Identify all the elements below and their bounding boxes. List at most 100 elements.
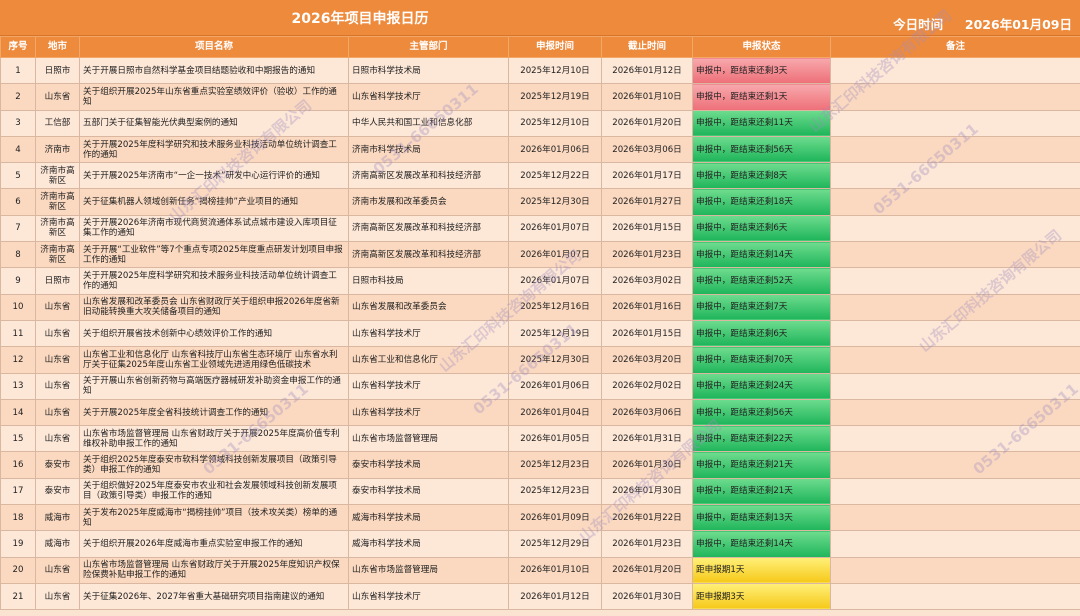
cell-name: 关于开展2025年度科学研究和技术服务业科技活动单位统计调查工作的通知 bbox=[79, 267, 349, 295]
cell-name: 关于组织开展2025年山东省重点实验室绩效评价（验收）工作的通知 bbox=[79, 83, 349, 111]
cell-note bbox=[830, 293, 1080, 321]
cell-end: 2026年01月17日 bbox=[601, 162, 693, 190]
cell-end: 2026年03月20日 bbox=[601, 346, 693, 374]
cell-city: 工信部 bbox=[35, 109, 80, 137]
cell-name: 关于征集机器人领域创新任务“揭榜挂帅”产业项目的通知 bbox=[79, 188, 349, 216]
cell-status: 申报中，距结束还剩56天 bbox=[692, 398, 831, 427]
cell-start: 2025年12月19日 bbox=[508, 319, 602, 348]
cell-no: 16 bbox=[0, 451, 36, 479]
cell-city: 山东省 bbox=[35, 372, 80, 400]
cell-start: 2025年12月23日 bbox=[508, 477, 602, 506]
cell-dept: 泰安市科学技术局 bbox=[348, 451, 509, 479]
cell-note bbox=[830, 56, 1080, 85]
cell-start: 2025年12月16日 bbox=[508, 293, 602, 321]
cell-status: 申报中，距结束还剩18天 bbox=[692, 188, 831, 216]
cell-city: 山东省 bbox=[35, 582, 80, 611]
cell-start: 2025年12月30日 bbox=[508, 346, 602, 374]
cell-status: 申报中，距结束还剩52天 bbox=[692, 267, 831, 295]
cell-end: 2026年01月20日 bbox=[601, 556, 693, 584]
cell-city: 济南市 bbox=[35, 135, 80, 164]
cell-end: 2026年03月06日 bbox=[601, 398, 693, 427]
cell-status: 申报中，距结束还剩11天 bbox=[692, 109, 831, 137]
table-row: 16 泰安市 关于组织2025年度泰安市软科学领域科技创新发展项目（政策引导类）申报… bbox=[0, 451, 1080, 479]
table-row: 5 济南市高新区 关于开展2025年济南市“一企一技术”研发中心运行评价的通知 济南高… bbox=[0, 162, 1080, 190]
cell-end: 2026年01月16日 bbox=[601, 293, 693, 321]
cell-end: 2026年01月15日 bbox=[601, 214, 693, 243]
cell-start: 2026年01月07日 bbox=[508, 241, 602, 269]
cell-status: 申报中，距结束还剩14天 bbox=[692, 241, 831, 269]
table-row: 14 山东省 关于开展2025年度全省科技统计调查工作的通知 山东省科学技术厅 2026… bbox=[0, 398, 1080, 427]
cell-end: 2026年03月02日 bbox=[601, 267, 693, 295]
cell-city: 泰安市 bbox=[35, 451, 80, 479]
cell-end: 2026年01月31日 bbox=[601, 425, 693, 453]
cell-start: 2026年01月09日 bbox=[508, 504, 602, 532]
cell-no: 5 bbox=[0, 162, 36, 190]
cell-dept: 济南高新区发展改革和科技经济部 bbox=[348, 162, 509, 190]
cell-start: 2026年01月12日 bbox=[508, 582, 602, 611]
cell-city: 济南市高新区 bbox=[35, 188, 80, 216]
cell-no: 19 bbox=[0, 530, 36, 558]
cell-start: 2025年12月10日 bbox=[508, 109, 602, 137]
cell-dept: 山东省市场监督管理局 bbox=[348, 556, 509, 584]
cell-name: 关于组织做好2025年度泰安市农业和社会发展领域科技创新发展项目（政策引导类）申… bbox=[79, 477, 349, 506]
cell-dept: 山东省工业和信息化厅 bbox=[348, 346, 509, 374]
cell-no: 13 bbox=[0, 372, 36, 400]
today-value: 2026年01月09日 bbox=[964, 17, 1072, 32]
cell-name: 关于开展日照市自然科学基金项目结题验收和中期报告的通知 bbox=[79, 56, 349, 85]
cell-city: 威海市 bbox=[35, 504, 80, 532]
cell-end: 2026年01月15日 bbox=[601, 319, 693, 348]
cell-dept: 中华人民共和国工业和信息化部 bbox=[348, 109, 509, 137]
cell-name: 关于开展2025年济南市“一企一技术”研发中心运行评价的通知 bbox=[79, 162, 349, 190]
cell-dept: 山东省科学技术厅 bbox=[348, 83, 509, 111]
cell-note bbox=[830, 109, 1080, 137]
cell-dept: 山东省科学技术厅 bbox=[348, 372, 509, 400]
cell-status: 申报中，距结束还剩6天 bbox=[692, 214, 831, 243]
cell-end: 2026年01月23日 bbox=[601, 241, 693, 269]
table-row: 20 山东省 山东省市场监督管理局 山东省财政厅关于开展2025年度知识产权保险保费… bbox=[0, 556, 1080, 584]
cell-no: 11 bbox=[0, 319, 36, 348]
table-row: 10 山东省 山东省发展和改革委员会 山东省财政厅关于组织申报2026年度省新旧动能… bbox=[0, 293, 1080, 321]
cell-status: 申报中，距结束还剩8天 bbox=[692, 162, 831, 190]
cell-end: 2026年01月27日 bbox=[601, 188, 693, 216]
cell-city: 济南市高新区 bbox=[35, 241, 80, 269]
col-header: 序号 bbox=[0, 36, 36, 58]
title-bar: 2026年项目申报日历 今日时间 2026年01月09日 bbox=[0, 0, 1080, 36]
cell-note bbox=[830, 451, 1080, 479]
cell-city: 山东省 bbox=[35, 293, 80, 321]
table-row: 11 山东省 关于组织开展省技术创新中心绩效评价工作的通知 山东省科学技术厅 2025年… bbox=[0, 319, 1080, 348]
cell-name: 关于组织2025年度泰安市软科学领域科技创新发展项目（政策引导类）申报工作的通知 bbox=[79, 451, 349, 479]
table-row: 13 山东省 关于开展山东省创新药物与高端医疗器械研发补助资金申报工作的通知 山东省科… bbox=[0, 372, 1080, 400]
cell-note bbox=[830, 372, 1080, 400]
cell-status: 申报中，距结束还剩56天 bbox=[692, 135, 831, 164]
cell-no: 10 bbox=[0, 293, 36, 321]
col-header: 申报时间 bbox=[508, 36, 602, 58]
cell-status: 申报中，距结束还剩21天 bbox=[692, 451, 831, 479]
cell-note bbox=[830, 188, 1080, 216]
today-label: 今日时间 bbox=[893, 17, 944, 32]
cell-name: 关于发布2025年度威海市“揭榜挂帅”项目（技术攻关类）榜单的通知 bbox=[79, 504, 349, 532]
today-date: 今日时间 2026年01月09日 bbox=[893, 14, 1072, 33]
cell-status: 申报中，距结束还剩22天 bbox=[692, 425, 831, 453]
cell-dept: 山东省科学技术厅 bbox=[348, 398, 509, 427]
table-row: 2 山东省 关于组织开展2025年山东省重点实验室绩效评价（验收）工作的通知 山东省科… bbox=[0, 83, 1080, 111]
cell-end: 2026年01月10日 bbox=[601, 83, 693, 111]
table-row: 21 山东省 关于征集2026年、2027年省重大基础研究项目指南建议的通知 山东省科… bbox=[0, 582, 1080, 611]
cell-no: 18 bbox=[0, 504, 36, 532]
table-row: 12 山东省 山东省工业和信息化厅 山东省科技厅山东省生态环境厅 山东省水利厅关于征… bbox=[0, 346, 1080, 374]
cell-end: 2026年01月22日 bbox=[601, 504, 693, 532]
cell-note bbox=[830, 83, 1080, 111]
table-row: 3 工信部 五部门关于征集智能光伏典型案例的通知 中华人民共和国工业和信息化部 2025… bbox=[0, 109, 1080, 137]
cell-status: 申报中，距结束还剩70天 bbox=[692, 346, 831, 374]
col-header: 申报状态 bbox=[692, 36, 831, 58]
cell-no: 3 bbox=[0, 109, 36, 137]
table-row: 7 济南市高新区 关于开展2026年济南市现代商贸流通体系试点城市建设入库项目征集工… bbox=[0, 214, 1080, 243]
cell-name: 关于开展山东省创新药物与高端医疗器械研发补助资金申报工作的通知 bbox=[79, 372, 349, 400]
cell-dept: 威海市科学技术局 bbox=[348, 530, 509, 558]
table-row: 15 山东省 山东省市场监督管理局 山东省财政厅关于开展2025年度高价值专利维权补… bbox=[0, 425, 1080, 453]
col-header: 项目名称 bbox=[79, 36, 349, 58]
cell-dept: 日照市科技局 bbox=[348, 267, 509, 295]
table-row: 18 威海市 关于发布2025年度威海市“揭榜挂帅”项目（技术攻关类）榜单的通知 威海… bbox=[0, 504, 1080, 532]
cell-status: 申报中，距结束还剩6天 bbox=[692, 319, 831, 348]
cell-start: 2026年01月10日 bbox=[508, 556, 602, 584]
cell-no: 14 bbox=[0, 398, 36, 427]
